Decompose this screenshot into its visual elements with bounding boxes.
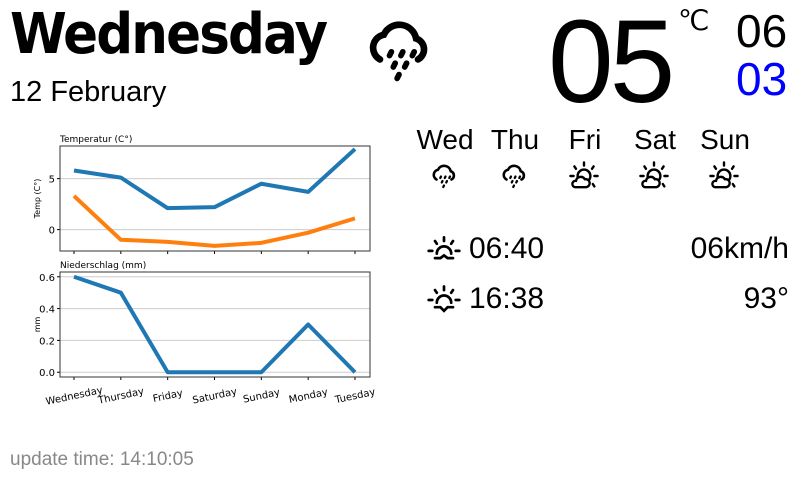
x-tick-label: Saturday <box>192 386 238 406</box>
partly-sunny-icon <box>694 160 754 197</box>
plot-frame <box>59 145 371 252</box>
y-tick-label: 0.6 <box>39 273 55 284</box>
sunrise-time: 06:40 <box>469 232 545 265</box>
partly-sunny-icon <box>554 160 614 197</box>
y-axis-label: mm <box>33 317 42 333</box>
wind-speed: 06km/h <box>690 232 789 265</box>
x-tick-label: Sunday <box>242 387 281 406</box>
series-line-min <box>72 194 356 248</box>
y-tick-label: 0.4 <box>39 305 55 316</box>
cloud-rain-icon <box>484 160 544 195</box>
y-axis-label: Temp (C°) <box>33 179 42 220</box>
sunset-time: 16:38 <box>469 282 545 315</box>
x-tick-label: Tuesday <box>333 387 376 406</box>
y-tick-label: 0 <box>49 226 55 237</box>
chart-title: Temperatur (C°) <box>59 135 132 145</box>
update-time: update time: 14:10:05 <box>10 449 194 470</box>
cloud-rain-icon <box>358 10 440 86</box>
forecast-day: Fri <box>568 124 602 155</box>
forecast-charts: 5 0 Temperatur (C°) Temp (C°) 0.6 0.4 0.2 0.0 Ni… <box>33 135 376 408</box>
temperature-unit: ℃ <box>678 5 710 36</box>
x-tick-label: Friday <box>152 388 184 405</box>
clock-hours: 06 <box>736 5 788 57</box>
current-temperature: 05 <box>548 0 675 128</box>
forecast-day: Wed <box>416 124 474 155</box>
weekday-title: Wednesday <box>10 2 328 67</box>
cloud-rain-icon <box>414 160 474 195</box>
forecast-day: Sun <box>700 124 750 155</box>
series-line-precipitation <box>73 274 357 375</box>
x-tick-label: Wednesday <box>45 385 104 408</box>
forecast-day: Sat <box>633 124 677 155</box>
y-tick-label: 0.0 <box>39 368 55 379</box>
chart-title: Niederschlag (mm) <box>60 261 146 271</box>
y-tick-label: 5 <box>49 175 55 186</box>
sunrise-icon <box>426 232 462 268</box>
partly-sunny-icon <box>624 160 684 197</box>
x-tick-label: Thursday <box>96 386 145 407</box>
clock-minutes: 03 <box>736 53 788 105</box>
wind-direction: 93° <box>743 282 789 315</box>
sunset-icon <box>426 282 462 318</box>
y-tick-label: 0.2 <box>39 336 55 347</box>
x-tick-label: Monday <box>288 387 329 406</box>
forecast-day: Thu <box>490 124 540 155</box>
date-label: 12 February <box>10 76 167 108</box>
